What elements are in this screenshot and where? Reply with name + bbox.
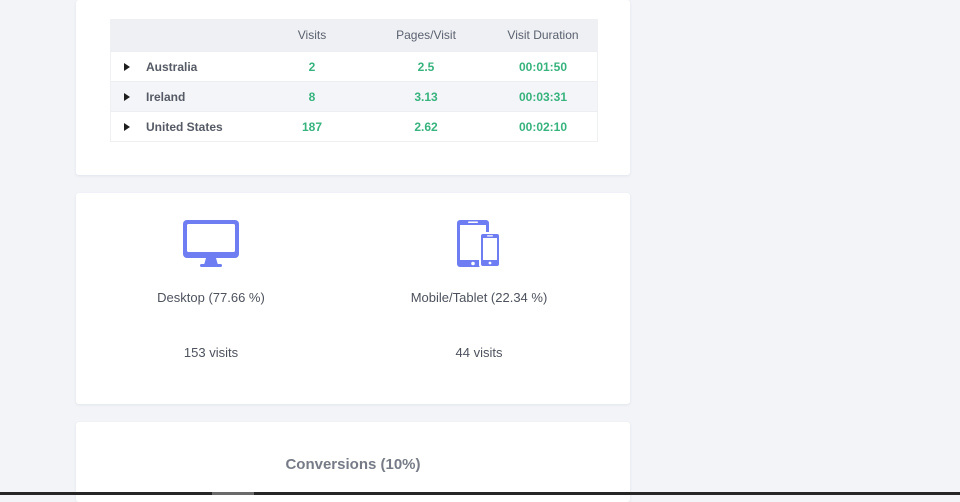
header-visits: Visits: [297, 28, 327, 42]
desktop-monitor-icon: [91, 219, 331, 274]
visits-value: 187: [301, 119, 323, 134]
visit-duration-value: 00:02:10: [518, 119, 568, 134]
expand-arrow-icon[interactable]: [124, 62, 130, 71]
table-header-row: Visits Pages/Visit Visit Duration: [111, 19, 597, 51]
conversions-title: Conversions (10%): [285, 456, 421, 473]
country-name: United States: [146, 119, 223, 134]
expand-arrow-icon[interactable]: [124, 122, 130, 131]
visits-value: 8: [308, 89, 316, 104]
visit-duration-value: 00:01:50: [518, 59, 568, 74]
desktop-label: Desktop (77.66 %): [157, 290, 265, 305]
devices-card: Desktop (77.66 %) 153 visits Mobile/Tabl…: [76, 193, 630, 404]
header-pages-per-visit: Pages/Visit: [396, 28, 456, 42]
visits-value: 2: [308, 59, 316, 74]
header-visit-duration: Visit Duration: [507, 28, 579, 42]
mobile-tablet-label: Mobile/Tablet (22.34 %): [410, 290, 548, 305]
country-name: Ireland: [146, 89, 186, 104]
conversions-card: Conversions (10%): [76, 422, 630, 502]
pages-per-visit-value: 2.62: [414, 119, 438, 134]
desktop-visits: 153 visits: [183, 345, 239, 360]
mobile-tablet-icon: [359, 219, 599, 274]
pages-per-visit-value: 3.13: [414, 89, 438, 104]
pages-per-visit-value: 2.5: [417, 59, 435, 74]
table-row[interactable]: Australia 2 2.5 00:01:50: [111, 51, 597, 81]
country-name: Australia: [146, 59, 198, 74]
expand-arrow-icon[interactable]: [124, 92, 130, 101]
mobile-tablet-visits: 44 visits: [455, 345, 503, 360]
countries-card: Visits Pages/Visit Visit Duration Austra…: [76, 0, 630, 175]
table-row[interactable]: United States 187 2.62 00:02:10: [111, 111, 597, 141]
visit-duration-value: 00:03:31: [518, 89, 568, 104]
countries-table: Visits Pages/Visit Visit Duration Austra…: [110, 19, 598, 142]
table-row[interactable]: Ireland 8 3.13 00:03:31: [111, 81, 597, 111]
